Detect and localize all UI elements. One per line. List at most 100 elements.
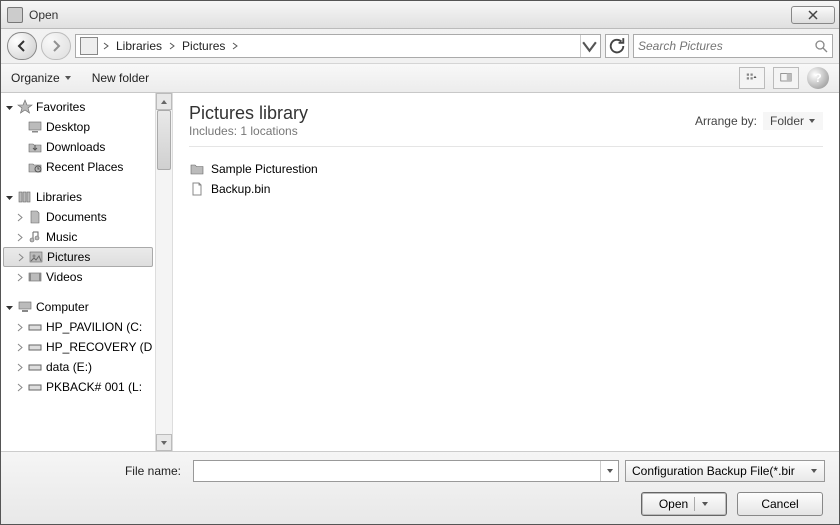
toolbar: Organize New folder ? xyxy=(1,63,839,93)
file-list[interactable]: Sample Picturestion Backup.bin xyxy=(189,155,823,199)
list-item[interactable]: Backup.bin xyxy=(189,179,823,199)
forward-button[interactable] xyxy=(41,32,71,60)
tree-item-desktop[interactable]: Desktop xyxy=(1,117,155,137)
libraries-icon xyxy=(17,189,33,205)
chevron-right-icon[interactable] xyxy=(166,42,178,50)
titlebar: Open xyxy=(1,1,839,29)
close-icon xyxy=(808,10,818,20)
tree-label: PKBACK# 001 (L: xyxy=(46,380,142,394)
expand-icon[interactable] xyxy=(15,383,24,392)
help-button[interactable]: ? xyxy=(807,67,829,89)
chevron-right-icon[interactable] xyxy=(100,42,112,50)
tree-label: Music xyxy=(46,230,77,244)
expand-icon[interactable] xyxy=(15,273,24,282)
expand-icon[interactable] xyxy=(15,213,24,222)
tree-item-recent[interactable]: Recent Places xyxy=(1,157,155,177)
tree-label: Downloads xyxy=(46,140,105,154)
expand-icon[interactable] xyxy=(15,343,24,352)
open-dialog: Open Libraries Pictures xyxy=(0,0,840,525)
chevron-down-icon xyxy=(808,117,816,125)
filename-row: File name: Configuration Backup File(*.b… xyxy=(15,460,825,482)
chevron-down-icon xyxy=(810,467,818,475)
chevron-down-icon xyxy=(160,439,168,447)
organize-menu[interactable]: Organize xyxy=(11,71,72,85)
tree-item-drive[interactable]: HP_PAVILION (C: xyxy=(1,317,155,337)
expand-icon[interactable] xyxy=(15,233,24,242)
tree-root-libraries[interactable]: Libraries xyxy=(1,187,155,207)
file-icon xyxy=(189,181,205,197)
new-folder-label: New folder xyxy=(92,71,149,85)
expand-icon[interactable] xyxy=(15,363,24,372)
drive-icon xyxy=(27,339,43,355)
arrow-left-icon xyxy=(15,39,29,53)
library-header: Pictures library Includes: 1 locations A… xyxy=(189,103,823,147)
chevron-down-icon xyxy=(64,74,72,82)
collapse-icon[interactable] xyxy=(5,193,14,202)
back-button[interactable] xyxy=(7,32,37,60)
library-subtitle[interactable]: Includes: 1 locations xyxy=(189,124,308,138)
tree-label: data (E:) xyxy=(46,360,92,374)
tree-label: Favorites xyxy=(36,100,85,114)
arrange-by-dropdown[interactable]: Folder xyxy=(763,112,823,130)
expand-icon[interactable] xyxy=(16,253,25,262)
filename-label: File name: xyxy=(15,464,187,478)
search-box[interactable] xyxy=(633,34,833,58)
tree-item-music[interactable]: Music xyxy=(1,227,155,247)
videos-icon xyxy=(27,269,43,285)
view-options-button[interactable] xyxy=(739,67,765,89)
navpane-scrollbar[interactable] xyxy=(156,93,173,451)
preview-pane-icon xyxy=(778,72,794,84)
tree-label: Recent Places xyxy=(46,160,123,174)
documents-icon xyxy=(27,209,43,225)
preview-pane-button[interactable] xyxy=(773,67,799,89)
breadcrumb-item[interactable]: Libraries xyxy=(112,39,166,53)
collapse-icon[interactable] xyxy=(5,103,14,112)
split-chevron[interactable] xyxy=(694,497,709,511)
scroll-up-button[interactable] xyxy=(156,93,172,110)
expand-icon[interactable] xyxy=(15,323,24,332)
chevron-down-icon xyxy=(581,38,598,55)
scroll-down-button[interactable] xyxy=(156,434,172,451)
tree-label: HP_PAVILION (C: xyxy=(46,320,142,334)
list-item[interactable]: Sample Picturestion xyxy=(189,159,823,179)
scroll-thumb[interactable] xyxy=(157,110,171,170)
music-icon xyxy=(27,229,43,245)
tree-item-drive[interactable]: PKBACK# 001 (L: xyxy=(1,377,155,397)
open-button[interactable]: Open xyxy=(641,492,727,516)
filename-input[interactable] xyxy=(194,464,600,478)
tree-root-computer[interactable]: Computer xyxy=(1,297,155,317)
scroll-track[interactable] xyxy=(156,110,172,434)
arrow-right-icon xyxy=(49,39,63,53)
collapse-icon[interactable] xyxy=(5,303,14,312)
open-label: Open xyxy=(659,497,688,511)
close-button[interactable] xyxy=(791,6,835,24)
file-name: Sample Picturestion xyxy=(211,162,318,176)
content-pane: Pictures library Includes: 1 locations A… xyxy=(173,93,839,451)
breadcrumb[interactable]: Libraries Pictures xyxy=(75,34,601,58)
tree-item-pictures[interactable]: Pictures xyxy=(3,247,153,267)
chevron-right-icon[interactable] xyxy=(229,42,241,50)
tree-label: Documents xyxy=(46,210,107,224)
filename-combobox[interactable] xyxy=(193,460,619,482)
breadcrumb-dropdown[interactable] xyxy=(580,35,598,57)
filename-dropdown[interactable] xyxy=(600,461,618,481)
cancel-button[interactable]: Cancel xyxy=(737,492,823,516)
filter-label: Configuration Backup File(*.bir xyxy=(632,464,810,478)
tree-label: Pictures xyxy=(47,250,90,264)
arrange-by: Arrange by: Folder xyxy=(695,103,823,138)
tree-item-drive[interactable]: HP_RECOVERY (D xyxy=(1,337,155,357)
search-input[interactable] xyxy=(638,39,814,53)
tree-item-videos[interactable]: Videos xyxy=(1,267,155,287)
tree-root-favorites[interactable]: Favorites xyxy=(1,97,155,117)
tree-item-documents[interactable]: Documents xyxy=(1,207,155,227)
desktop-icon xyxy=(27,119,43,135)
tree-label: Libraries xyxy=(36,190,82,204)
tree-group-computer: Computer HP_PAVILION (C: HP_RECOVERY (D … xyxy=(1,297,155,397)
breadcrumb-item[interactable]: Pictures xyxy=(178,39,229,53)
tree-item-drive[interactable]: data (E:) xyxy=(1,357,155,377)
tree-item-downloads[interactable]: Downloads xyxy=(1,137,155,157)
filetype-filter[interactable]: Configuration Backup File(*.bir xyxy=(625,460,825,482)
refresh-button[interactable] xyxy=(605,34,629,58)
refresh-icon xyxy=(606,35,628,57)
new-folder-button[interactable]: New folder xyxy=(92,71,149,85)
